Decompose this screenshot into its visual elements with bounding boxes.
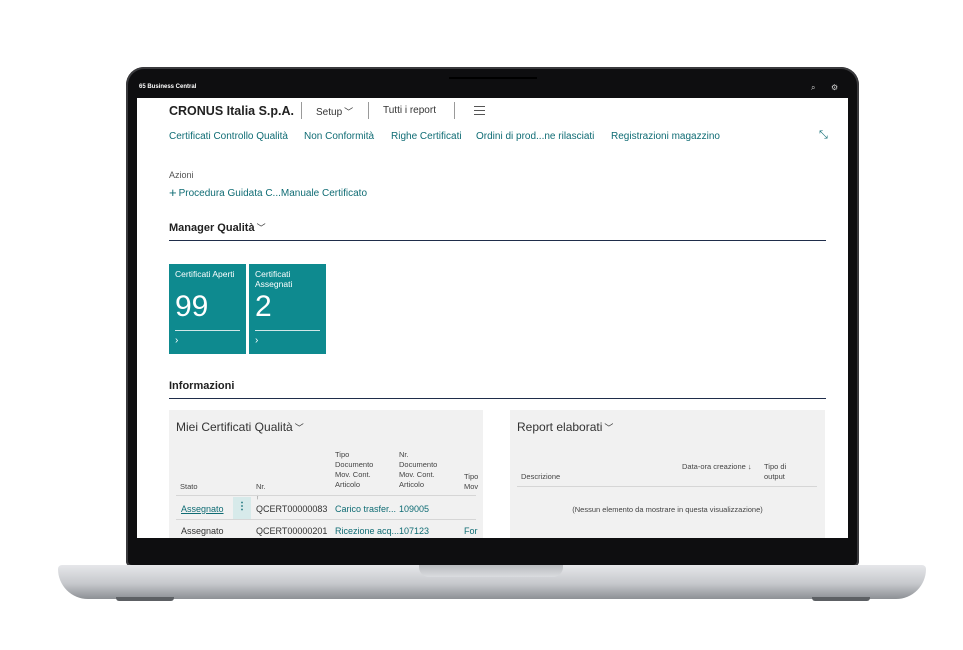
cell-nr: QCERT00000201 [256, 526, 328, 536]
cell-tipomov[interactable]: For [464, 526, 478, 536]
laptop-opening-notch [419, 565, 563, 577]
laptop-foot [116, 597, 174, 601]
cell-nrdoc[interactable]: 107123 [399, 526, 429, 536]
cell-nr: QCERT00000083 [256, 504, 328, 514]
tile-certificati-assegnati[interactable]: Certificati Assegnati 2 › [249, 264, 326, 354]
section-title: Manager Qualità [169, 222, 255, 234]
panel-miei-certificati: Miei Certificati Qualità ﹀ Stato Nr. ↑ Ti… [169, 410, 483, 538]
menu-setup-label: Setup [316, 107, 343, 118]
cell-tipo[interactable]: Ricezione acq... [335, 526, 399, 536]
hamburger-menu-icon[interactable] [474, 106, 485, 118]
table-row[interactable]: Assegnato ⋮ QCERT00000083 Carico trasfer… [176, 497, 476, 519]
cell-nrdoc[interactable]: 109005 [399, 504, 429, 514]
divider [301, 102, 302, 119]
cell-tipo[interactable]: Carico trasfer... [335, 504, 396, 514]
panel-title-text: Report elaborati [517, 420, 603, 434]
panel-title[interactable]: Report elaborati ﹀ [517, 420, 613, 434]
action-label: Procedura Guidata C...Manuale Certificat… [178, 188, 368, 199]
chevron-right-icon: › [255, 335, 259, 346]
chevron-right-icon: › [175, 335, 179, 346]
chevron-down-icon: ﹀ [294, 423, 304, 433]
nav-link-righe-certificati[interactable]: Righe Certificati [391, 131, 462, 142]
app-title: 65 Business Central [139, 84, 197, 90]
row-menu-icon[interactable]: ⋮ [233, 497, 251, 519]
menu-all-reports[interactable]: Tutti i report [383, 105, 436, 116]
actions-label: Azioni [169, 170, 194, 180]
nav-link-registrazioni-magazzino[interactable]: Registrazioni magazzino [611, 131, 720, 142]
panel-title[interactable]: Miei Certificati Qualità ﹀ [176, 420, 304, 434]
gear-icon[interactable]: ⚙ [831, 83, 838, 92]
panel-report-elaborati: Report elaborati ﹀ Descrizione Data-ora c… [510, 410, 825, 538]
company-name: CRONUS Italia S.p.A. [169, 104, 295, 118]
column-header[interactable]: Data-ora creazione ↓ [682, 462, 752, 472]
chevron-down-icon: ﹀ [256, 223, 266, 233]
column-header[interactable]: Descrizione [521, 472, 560, 482]
tile-certificati-aperti[interactable]: Certificati Aperti 99 › [169, 264, 246, 354]
section-divider [169, 240, 826, 241]
tile-value: 2 [255, 290, 272, 323]
column-header[interactable]: Tipo di output [764, 462, 804, 482]
cell-stato[interactable]: Assegnato [181, 504, 224, 514]
section-divider [169, 398, 826, 399]
laptop-foot [812, 597, 870, 601]
column-header[interactable]: Tipo Documento Mov. Cont. Articolo [335, 450, 383, 490]
action-procedura-guidata[interactable]: + Procedura Guidata C...Manuale Certifica… [169, 185, 367, 200]
tile-value: 99 [175, 290, 209, 323]
app-topbar: 65 Business Central ⌕ ⚙ [137, 79, 848, 98]
column-header[interactable]: Tipo Mov [464, 472, 484, 492]
collapse-icon[interactable]: ⤡ [819, 129, 828, 142]
chevron-down-icon: ﹀ [344, 107, 354, 117]
column-header[interactable]: Nr. Documento Mov. Cont. Articolo [399, 450, 447, 490]
header-divider [176, 495, 476, 496]
divider [454, 102, 455, 119]
chevron-down-icon: ﹀ [604, 423, 614, 433]
table-row[interactable]: Assegnato QCERT00000201 Ricezione acq...… [176, 520, 478, 538]
search-icon[interactable]: ⌕ [811, 83, 815, 93]
section-manager-qualita[interactable]: Manager Qualità ﹀ [169, 221, 266, 234]
tile-divider [175, 330, 240, 331]
tile-label: Certificati Assegnati [255, 269, 293, 289]
cell-stato: Assegnato [181, 526, 224, 536]
header-divider [517, 486, 817, 487]
plus-icon: + [169, 185, 177, 200]
menu-setup[interactable]: Setup ﹀ [316, 105, 353, 118]
nav-link-certificati[interactable]: Certificati Controllo Qualità [169, 131, 288, 142]
role-center-page: CRONUS Italia S.p.A. Setup ﹀ Tutti i repo… [137, 98, 848, 538]
nav-link-non-conformita[interactable]: Non Conformità [304, 131, 374, 142]
tile-label: Certificati Aperti [175, 269, 235, 279]
section-informazioni: Informazioni [169, 380, 235, 392]
empty-state-message: (Nessun elemento da mostrare in questa v… [572, 505, 763, 514]
tile-divider [255, 330, 320, 331]
column-header[interactable]: Stato [180, 482, 198, 492]
nav-link-ordini-produzione[interactable]: Ordini di prod...ne rilasciati [476, 131, 594, 142]
divider [368, 102, 369, 119]
panel-title-text: Miei Certificati Qualità [176, 420, 293, 434]
